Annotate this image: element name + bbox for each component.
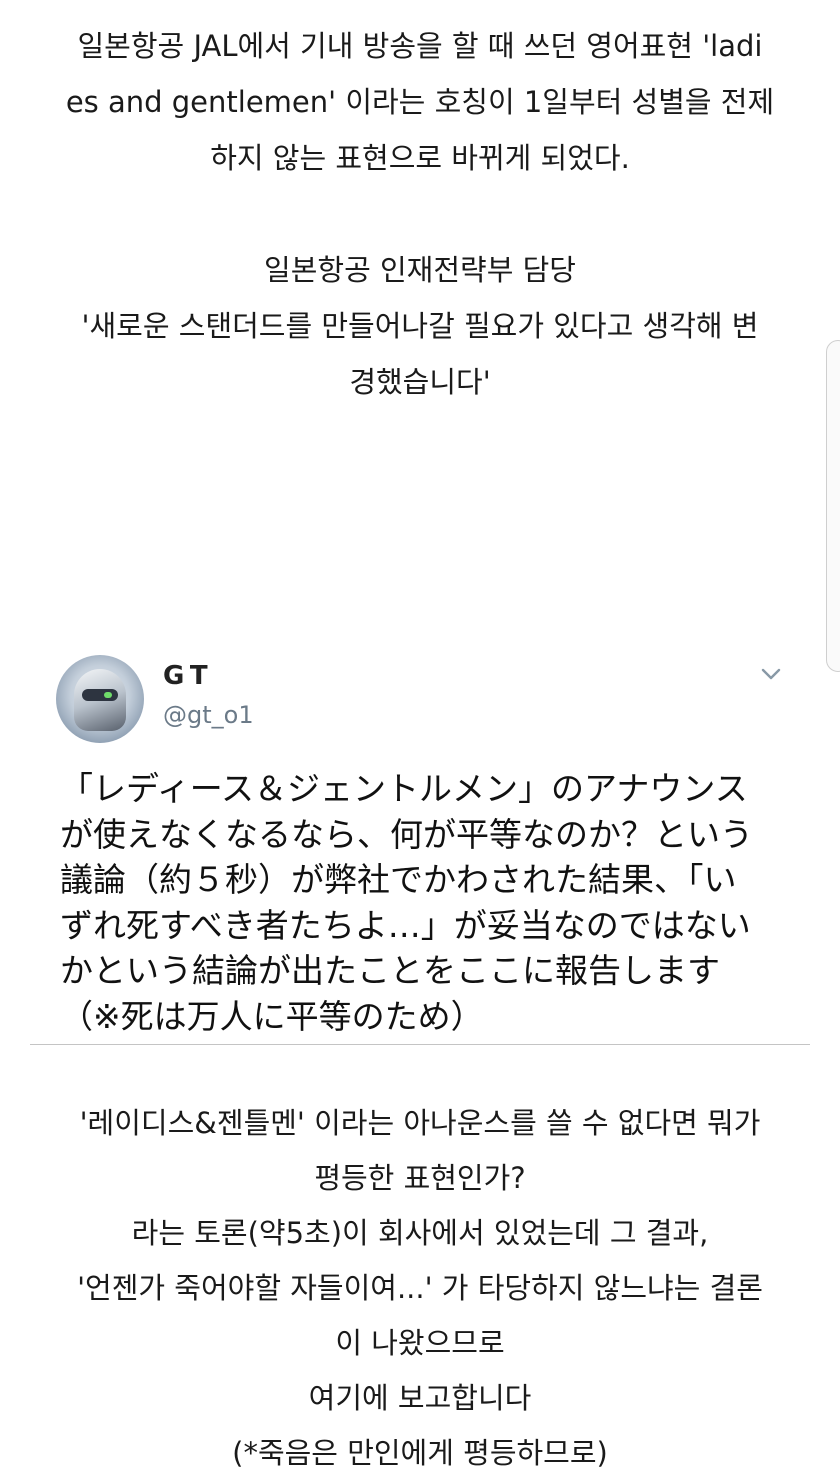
intro-line: es and gentlemen' 이라는 호칭이 1일부터 성별을 전제	[65, 85, 775, 119]
tweet-line: 議論（約５秒）が弊社でかわされた結果、「い	[60, 860, 737, 899]
translation-line: 라는 토론(약5초)이 회사에서 있었는데 그 결과,	[131, 1216, 709, 1250]
translation-line: 평등한 표현인가?	[314, 1161, 526, 1195]
intro-line: 하지 않는 표현으로 바뀌게 되었다.	[210, 141, 630, 175]
intro-line: '새로운 스탠더드를 만들어나갈 필요가 있다고 생각해 변	[81, 309, 759, 343]
tweet-header: GT @gt_o1	[56, 655, 796, 745]
article-intro: 일본항공 JAL에서 기내 방송을 할 때 쓰던 영어표현 'ladi es a…	[20, 18, 820, 410]
display-name[interactable]: GT	[163, 661, 214, 691]
translation-line: '레이디스&젠틀멘' 이라는 아나운스를 쓸 수 없다면 뭐가	[79, 1106, 761, 1140]
scrollbar-handle[interactable]	[826, 340, 840, 672]
intro-line: 일본항공 JAL에서 기내 방송을 할 때 쓰던 영어표현 'ladi	[77, 29, 763, 63]
tweet-line: 「レディース＆ジェントルメン」のアナウンス	[60, 769, 748, 808]
translation-line: 이 나왔으므로	[335, 1326, 505, 1360]
divider	[30, 1044, 810, 1045]
avatar[interactable]	[56, 655, 144, 743]
translation-block: '레이디스&젠틀멘' 이라는 아나운스를 쓸 수 없다면 뭐가 평등한 표현인가…	[20, 1096, 820, 1481]
translation-line: '언젠가 죽어야할 자들이여...' 가 타당하지 않느냐는 결론	[77, 1271, 763, 1305]
user-handle[interactable]: @gt_o1	[163, 701, 254, 729]
tweet-line: （※死は万人に平等のため）	[60, 996, 484, 1036]
intro-line: 경했습니다'	[349, 365, 491, 399]
translation-line: 여기에 보고합니다	[308, 1381, 532, 1415]
avatar-eye-shape	[104, 692, 112, 698]
translation-line: (*죽음은 만인에게 평등하므로)	[232, 1436, 608, 1470]
chevron-down-icon[interactable]	[760, 663, 782, 685]
tweet-line: ずれ死すべき者たちよ…」が妥当なのではない	[60, 905, 751, 945]
tweet-line: かという結論が出たことをここに報告します	[60, 951, 720, 990]
intro-line: 일본항공 인재전략부 담당	[264, 253, 576, 287]
tweet-text: 「レディース＆ジェントルメン」のアナウンス が使えなくなるなら、何が平等なのか？…	[60, 766, 790, 1039]
tweet-line: が使えなくなるなら、何が平等なのか？という	[60, 814, 753, 854]
avatar-visor-shape	[82, 689, 118, 701]
